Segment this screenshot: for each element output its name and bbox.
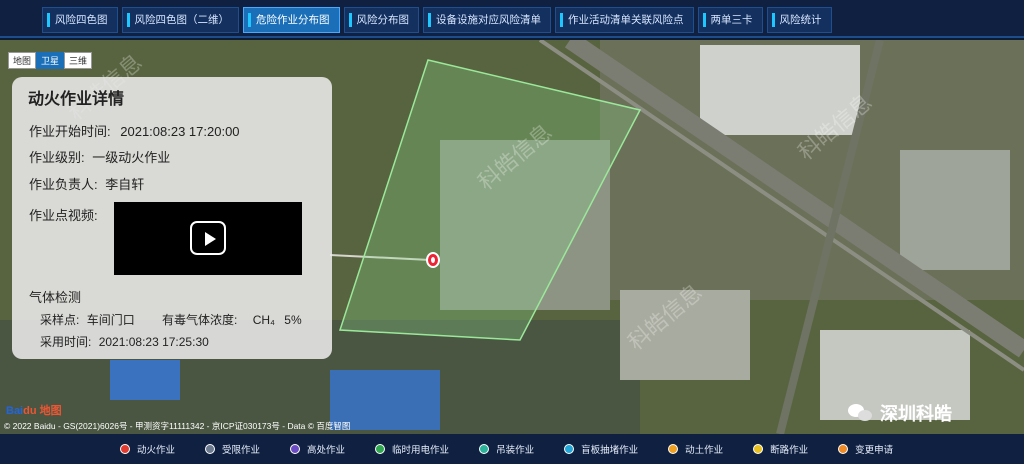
- blind-plate-icon: [564, 444, 575, 454]
- legend-item[interactable]: 吊装作业: [479, 434, 534, 464]
- sample-time-label: 采用时间:: [40, 335, 92, 349]
- tab-equipment-risk-list[interactable]: 设备设施对应风险清单: [423, 7, 551, 33]
- confined-space-icon: [205, 444, 216, 454]
- sample-point-value: 车间门口: [86, 313, 135, 327]
- play-icon[interactable]: [190, 221, 226, 255]
- legend-item[interactable]: 动土作业: [668, 434, 723, 464]
- start-time-label: 作业开始时间:: [29, 124, 111, 139]
- legend-item[interactable]: 高处作业: [290, 434, 345, 464]
- tab-hazard-work-distribution[interactable]: 危险作业分布图: [243, 7, 340, 33]
- level-row: 作业级别: 一级动火作业: [29, 147, 170, 166]
- toxic-gas-label: 有毒气体浓度:: [162, 313, 238, 327]
- tab-risk-four-color[interactable]: 风险四色图: [42, 7, 118, 33]
- hoisting-icon: [479, 444, 490, 454]
- sample-point-row: 采样点: 车间门口: [40, 311, 135, 328]
- legend-item[interactable]: 变更申请: [838, 434, 893, 464]
- map-type-satellite[interactable]: 卫星: [36, 52, 65, 69]
- map-type-switcher: 地图 卫星 三维: [8, 52, 93, 69]
- tab-risk-statistics[interactable]: 风险统计: [766, 7, 832, 33]
- legend-item[interactable]: 临时用电作业: [375, 434, 449, 464]
- tab-two-lists-three-cards[interactable]: 两单三卡: [697, 7, 763, 33]
- sample-point-label: 采样点:: [40, 313, 80, 327]
- toxic-gas-row: 有毒气体浓度: CH₄ 5%: [162, 311, 302, 328]
- tab-work-activity-risk-points[interactable]: 作业活动清单关联风险点: [555, 7, 694, 33]
- sample-time-value: 2021:08:23 17:25:30: [98, 335, 209, 349]
- legend-item[interactable]: 盲板抽堵作业: [564, 434, 638, 464]
- level-value: 一级动火作业: [92, 150, 171, 165]
- legend-item[interactable]: 动火作业: [120, 434, 175, 464]
- panel-title: 动火作业详情: [28, 91, 125, 108]
- satellite-map[interactable]: 科皓信息 科皓信息 科皓信息 科皓信息 地图 卫星 三维 动火作业详情 作业开始…: [0, 40, 1024, 434]
- video-label: 作业点视频:: [29, 208, 98, 223]
- map-type-3d[interactable]: 三维: [64, 52, 93, 69]
- legend-item[interactable]: 受限作业: [205, 434, 260, 464]
- map-copyright: © 2022 Baidu - GS(2021)6026号 - 甲测资字11111…: [4, 421, 351, 431]
- brand-name: 深圳科皓: [880, 404, 952, 424]
- road-break-icon: [753, 444, 764, 454]
- work-type-legend: 动火作业 受限作业 高处作业 临时用电作业 吊装作业 盲板抽堵作业 动土作业 断…: [0, 434, 1024, 464]
- nav-tabs: 风险四色图 风险四色图（二维） 危险作业分布图 风险分布图 设备设施对应风险清单…: [42, 7, 832, 33]
- start-time-row: 作业开始时间: 2021:08:23 17:20:00: [29, 121, 240, 140]
- gas-detection-title: 气体检测: [29, 290, 82, 305]
- fire-work-marker-icon[interactable]: [426, 252, 440, 268]
- level-label: 作业级别:: [29, 150, 85, 165]
- wechat-icon: [848, 402, 874, 424]
- tab-risk-distribution[interactable]: 风险分布图: [343, 7, 419, 33]
- toxic-gas-name: CH₄: [252, 313, 275, 327]
- brand-watermark: 深圳科皓: [848, 400, 952, 426]
- start-time-value: 2021:08:23 17:20:00: [120, 124, 240, 139]
- owner-row: 作业负责人: 李自轩: [29, 174, 144, 193]
- legend-item[interactable]: 断路作业: [753, 434, 808, 464]
- electric-icon: [375, 444, 386, 454]
- change-request-icon: [838, 444, 849, 454]
- sample-time-row: 采用时间: 2021:08:23 17:25:30: [40, 333, 209, 350]
- top-nav: 风险四色图 风险四色图（二维） 危险作业分布图 风险分布图 设备设施对应风险清单…: [0, 0, 1024, 38]
- owner-label: 作业负责人:: [29, 177, 98, 192]
- tab-risk-four-color-2d[interactable]: 风险四色图（二维）: [121, 7, 239, 33]
- work-site-video[interactable]: [114, 202, 302, 275]
- hot-work-detail-panel: 动火作业详情 作业开始时间: 2021:08:23 17:20:00 作业级别:…: [12, 77, 332, 359]
- baidu-logo: Baidu 地图: [6, 405, 62, 417]
- map-type-map[interactable]: 地图: [8, 52, 37, 69]
- excavation-icon: [668, 444, 679, 454]
- owner-value: 李自轩: [105, 177, 145, 192]
- height-work-icon: [290, 444, 301, 454]
- fire-icon: [120, 444, 130, 454]
- toxic-gas-value: 5%: [284, 313, 302, 327]
